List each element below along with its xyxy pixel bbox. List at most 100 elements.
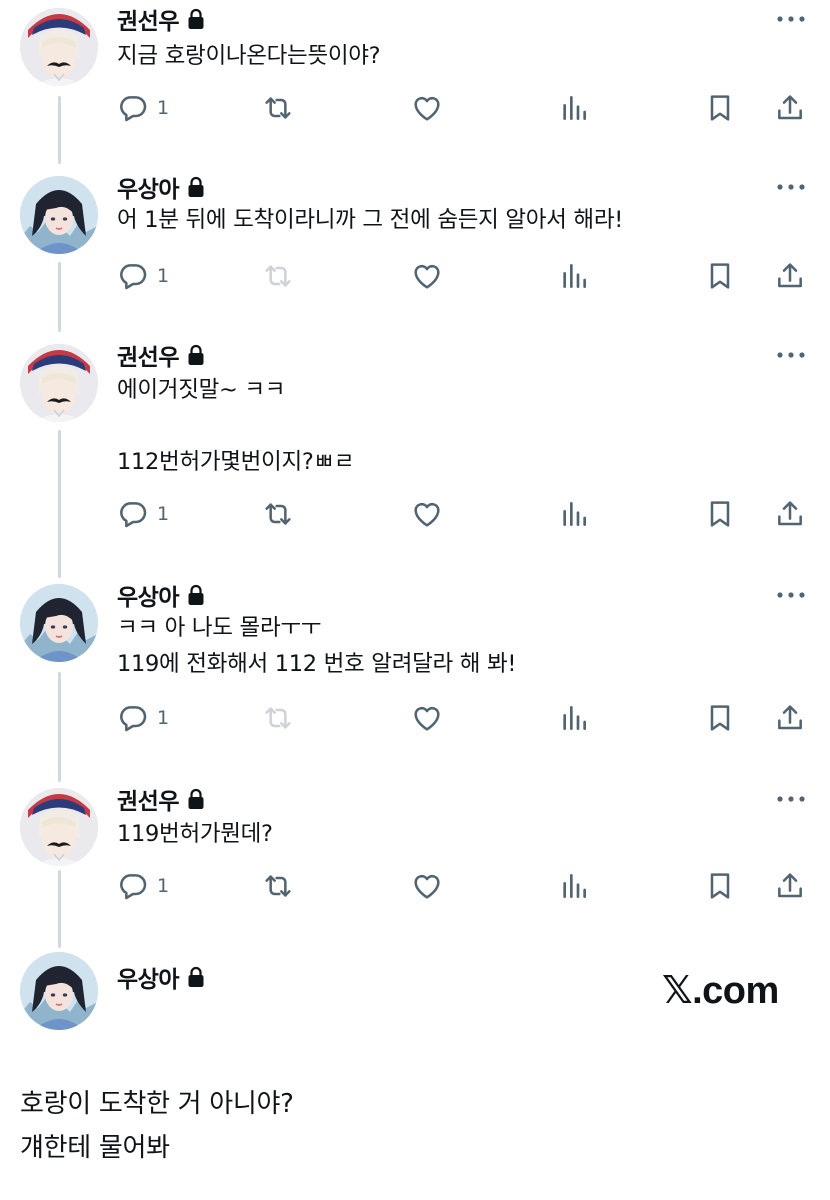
lock-icon [187,584,205,606]
author-row: 권선우 [117,338,205,372]
reply-icon [117,260,149,292]
reply-button[interactable]: 1 [117,88,169,128]
retweet-button[interactable] [262,494,294,534]
like-button[interactable] [411,494,443,534]
reply-count: 1 [157,875,170,897]
lock-icon [187,966,205,988]
action-bar: 1 [0,866,830,906]
reply-icon [117,870,149,902]
views-button[interactable] [558,698,590,738]
reply-button[interactable]: 1 [117,494,169,534]
more-icon[interactable] [774,172,808,202]
reply-icon [117,92,149,124]
reply-button[interactable]: 1 [117,256,169,296]
retweet-icon [262,498,294,530]
action-bar: 1 [0,494,830,534]
views-button[interactable] [558,256,590,296]
share-button[interactable] [774,256,806,296]
bookmark-icon [704,870,736,902]
bookmark-button[interactable] [704,866,736,906]
like-icon [411,870,443,902]
reply-count: 1 [157,265,170,287]
lock-icon [187,8,205,30]
author-row: 권선우 [117,782,205,816]
like-button[interactable] [411,698,443,738]
retweet-icon [262,870,294,902]
retweet-button[interactable] [262,866,294,906]
tweet-text: 119번허가뭔데? [117,821,273,847]
bookmark-button[interactable] [704,698,736,738]
reply-count: 1 [157,707,170,729]
views-icon [558,870,590,902]
reply-icon [117,498,149,530]
views-button[interactable] [558,494,590,534]
bookmark-icon [704,92,736,124]
retweet-button [262,256,294,296]
author-name[interactable]: 우상아 [117,170,179,204]
like-button[interactable] [411,88,443,128]
action-bar: 1 [0,698,830,738]
more-icon[interactable] [774,580,808,610]
author-row: 우상아 [117,170,205,204]
main-tweet-text: 호랑이 도착한 거 아니야? 걔한테 물어봐 [20,1089,294,1163]
lock-icon [187,344,205,366]
views-button[interactable] [558,866,590,906]
share-button[interactable] [774,88,806,128]
tweet-text: 에이거짓말~ ㅋㅋ 112번허가몇번이지?ㅃㄹ [117,377,355,475]
reply-button[interactable]: 1 [117,866,169,906]
reply-count: 1 [157,503,170,525]
avatar[interactable] [20,8,98,86]
tweet-text: 지금 호랑이나온다는뜻이야? [117,43,381,69]
author-name[interactable]: 권선우 [117,782,179,816]
share-icon [774,498,806,530]
avatar[interactable] [20,788,98,866]
author-row: 우상아 [117,578,205,612]
reply-button[interactable]: 1 [117,698,169,738]
bookmark-icon [704,260,736,292]
action-bar: 1 [0,88,830,128]
bookmark-button[interactable] [704,256,736,296]
like-icon [411,498,443,530]
tweet-text: ㅋㅋ 아 나도 몰라ㅜㅜ 119에 전화해서 112 번호 알려달라 해 봐! [117,615,517,677]
share-button[interactable] [774,698,806,738]
views-icon [558,92,590,124]
tweet-text: 어 1분 뒤에 도착이라니까 그 전에 숨든지 알아서 해라! [117,207,623,233]
bookmark-button[interactable] [704,494,736,534]
reply-count: 1 [157,97,170,119]
like-icon [411,702,443,734]
more-icon[interactable] [774,4,808,34]
author-row: 권선우 [117,2,205,36]
avatar[interactable] [20,584,98,662]
retweet-icon [262,260,294,292]
share-icon [774,260,806,292]
avatar[interactable] [20,952,98,1030]
retweet-button[interactable] [262,88,294,128]
reply-icon [117,702,149,734]
author-name[interactable]: 우상아 [117,960,179,994]
like-icon [411,260,443,292]
author-name[interactable]: 권선우 [117,338,179,372]
author-row: 우상아 [117,960,205,994]
share-button[interactable] [774,494,806,534]
author-name[interactable]: 권선우 [117,2,179,36]
more-icon[interactable] [774,340,808,370]
more-icon[interactable] [774,784,808,814]
retweet-button [262,698,294,738]
share-icon [774,92,806,124]
retweet-icon [262,702,294,734]
retweet-icon [262,92,294,124]
avatar[interactable] [20,344,98,422]
bookmark-button[interactable] [704,88,736,128]
author-name[interactable]: 우상아 [117,578,179,612]
bookmark-icon [704,498,736,530]
like-button[interactable] [411,256,443,296]
bookmark-icon [704,702,736,734]
views-icon [558,260,590,292]
lock-icon [187,176,205,198]
views-button[interactable] [558,88,590,128]
share-button[interactable] [774,866,806,906]
views-icon [558,498,590,530]
avatar[interactable] [20,176,98,254]
like-button[interactable] [411,866,443,906]
action-bar: 1 [0,256,830,296]
